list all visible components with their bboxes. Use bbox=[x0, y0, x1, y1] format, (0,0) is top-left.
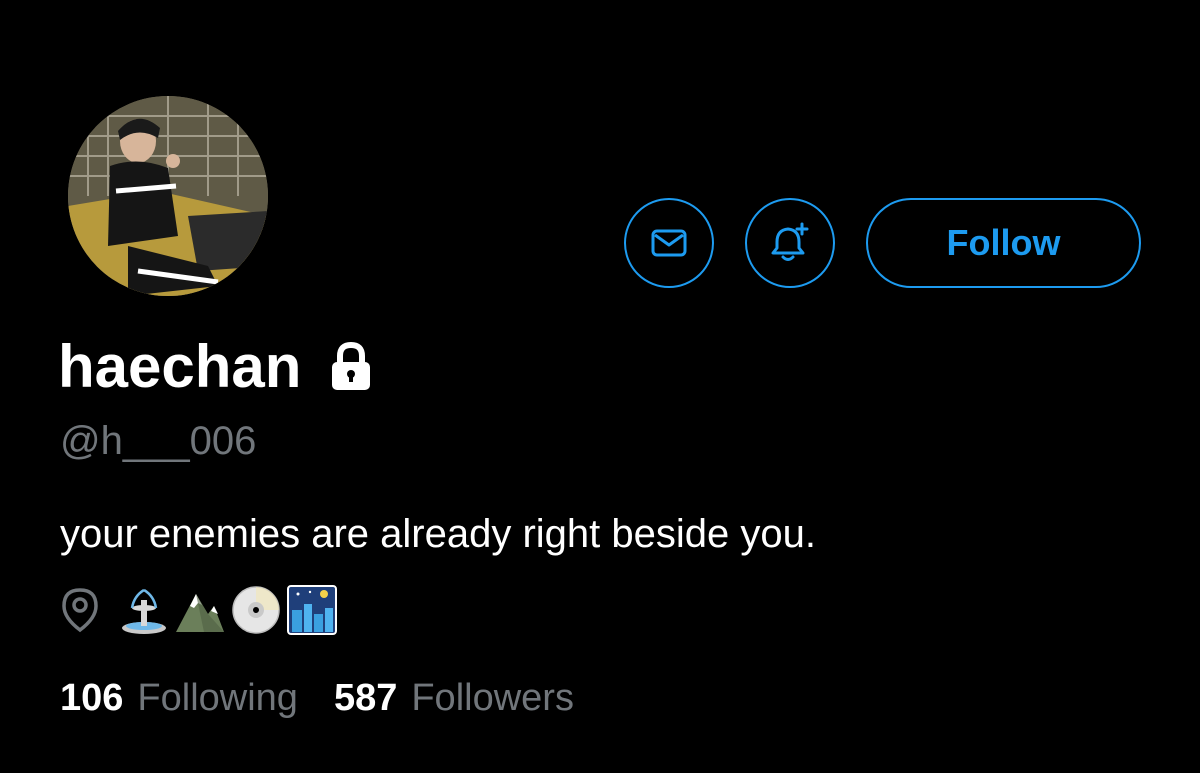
envelope-icon bbox=[651, 229, 687, 257]
following-stat[interactable]: 106 Following bbox=[60, 674, 298, 722]
avatar-photo bbox=[68, 96, 268, 296]
location-pin-icon bbox=[62, 588, 98, 633]
location-row bbox=[60, 582, 338, 638]
follow-button[interactable]: Follow bbox=[866, 198, 1141, 288]
followers-count: 587 bbox=[333, 677, 398, 719]
display-name-row: haechan bbox=[58, 332, 373, 402]
message-button[interactable] bbox=[624, 198, 714, 288]
followers-label: Followers bbox=[411, 677, 574, 719]
profile-stats: 106 Following 587 Followers bbox=[60, 674, 574, 722]
following-count: 106 bbox=[60, 677, 124, 719]
bio: your enemies are already right beside yo… bbox=[60, 512, 816, 556]
handle: @h___006 bbox=[60, 419, 257, 463]
fountain-icon bbox=[122, 588, 166, 634]
followers-stat[interactable]: 587 Followers bbox=[334, 674, 574, 722]
display-name: haechan bbox=[58, 333, 302, 400]
bell-plus-icon bbox=[771, 222, 809, 261]
notify-button[interactable] bbox=[745, 198, 835, 288]
lock-icon bbox=[332, 342, 371, 390]
night-with-stars-icon bbox=[287, 585, 337, 635]
dvd-icon bbox=[232, 586, 280, 634]
avatar[interactable] bbox=[68, 96, 268, 296]
snow-capped-mountain-icon bbox=[176, 594, 224, 632]
following-label: Following bbox=[137, 677, 298, 719]
